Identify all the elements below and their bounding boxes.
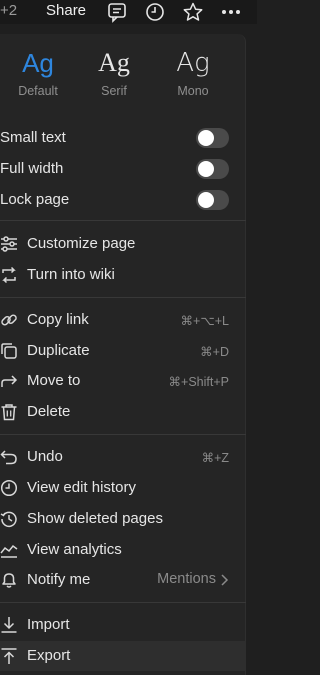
import-icon xyxy=(0,616,18,634)
keyboard-shortcut: ⌘+Z xyxy=(201,451,229,465)
comment-icon[interactable] xyxy=(106,1,128,23)
menu-item-label: Show deleted pages xyxy=(27,510,163,527)
full-width-row: Full width xyxy=(0,156,246,182)
menu-item-label: Undo xyxy=(27,448,63,465)
wiki-icon xyxy=(0,266,18,284)
menu-item-import[interactable]: Import xyxy=(0,610,246,640)
divider xyxy=(0,220,246,221)
menu-item-show-deleted-pages[interactable]: Show deleted pages xyxy=(0,504,246,534)
toggle-knob xyxy=(198,130,214,146)
menu-item-label: Notify me xyxy=(27,571,91,588)
menu-item-label: View analytics xyxy=(27,541,122,558)
full-width-label: Full width xyxy=(0,160,64,177)
lock-page-row: Lock page xyxy=(0,187,246,213)
share-button[interactable]: Share xyxy=(46,2,86,19)
lock-page-label: Lock page xyxy=(0,191,70,208)
menu-item-delete[interactable]: Delete xyxy=(0,397,246,427)
divider xyxy=(0,297,246,298)
menu-item-label: Import xyxy=(27,616,70,633)
font-option-mono[interactable]: Ag Mono xyxy=(158,48,228,98)
lock-page-toggle[interactable] xyxy=(196,190,229,210)
collaborators-count[interactable]: +2 xyxy=(0,2,17,19)
toggle-knob xyxy=(198,161,214,177)
menu-item-label: Delete xyxy=(27,403,71,420)
menu-item-label: Duplicate xyxy=(27,342,90,359)
full-width-toggle[interactable] xyxy=(196,159,229,179)
link-icon xyxy=(0,311,18,329)
more-icon[interactable] xyxy=(220,1,242,23)
menu-item-copy-link[interactable]: Copy link ⌘+⌥+L xyxy=(0,305,246,335)
export-icon xyxy=(0,647,18,665)
star-icon[interactable] xyxy=(182,1,204,23)
menu-item-duplicate[interactable]: Duplicate ⌘+D xyxy=(0,336,246,366)
font-option-serif[interactable]: Ag Serif xyxy=(79,48,149,98)
menu-item-label: Turn into wiki xyxy=(27,266,115,283)
notify-setting-value: Mentions xyxy=(157,571,216,587)
sliders-icon xyxy=(0,235,18,253)
deleted-pages-icon xyxy=(0,510,18,528)
small-text-label: Small text xyxy=(0,129,66,146)
divider xyxy=(0,434,246,435)
trash-icon xyxy=(0,403,18,421)
small-text-row: Small text xyxy=(0,125,246,151)
duplicate-icon xyxy=(0,342,18,360)
menu-item-label: View edit history xyxy=(27,479,136,496)
menu-item-customize-page[interactable]: Customize page xyxy=(0,229,246,259)
font-label: Mono xyxy=(177,84,209,98)
bell-icon xyxy=(0,571,18,589)
keyboard-shortcut: ⌘+⌥+L xyxy=(180,314,229,328)
font-selector: Ag Default Ag Serif Ag Mono xyxy=(0,34,246,104)
move-arrow-icon xyxy=(0,372,18,390)
menu-item-notify-me[interactable]: Notify me Mentions xyxy=(0,565,246,595)
menu-item-label: Copy link xyxy=(27,311,89,328)
page-options-menu: Ag Default Ag Serif Ag Mono Small text F… xyxy=(0,34,246,675)
divider xyxy=(0,602,246,603)
chevron-right-icon xyxy=(219,573,229,587)
menu-item-move-to[interactable]: Move to ⌘+Shift+P xyxy=(0,366,246,396)
menu-item-view-edit-history[interactable]: View edit history xyxy=(0,473,246,503)
clock-icon[interactable] xyxy=(144,1,166,23)
top-bar: +2 Share xyxy=(0,0,257,24)
font-label: Serif xyxy=(101,84,127,98)
small-text-toggle[interactable] xyxy=(196,128,229,148)
menu-item-export[interactable]: Export xyxy=(0,641,246,671)
font-sample: Ag xyxy=(22,48,54,78)
menu-item-label: Customize page xyxy=(27,235,136,252)
menu-item-view-analytics[interactable]: View analytics xyxy=(0,535,246,565)
toggle-knob xyxy=(198,192,214,208)
font-label: Default xyxy=(18,84,58,98)
menu-item-label: Move to xyxy=(27,372,81,389)
undo-icon xyxy=(0,448,18,466)
menu-item-turn-into-wiki[interactable]: Turn into wiki xyxy=(0,260,246,290)
history-icon xyxy=(0,479,18,497)
menu-item-label: Export xyxy=(27,647,71,664)
menu-item-undo[interactable]: Undo ⌘+Z xyxy=(0,442,246,472)
font-sample: Ag xyxy=(98,48,130,77)
keyboard-shortcut: ⌘+Shift+P xyxy=(168,375,229,389)
font-sample: Ag xyxy=(176,48,210,78)
keyboard-shortcut: ⌘+D xyxy=(200,345,229,359)
analytics-icon xyxy=(0,541,18,559)
font-option-default[interactable]: Ag Default xyxy=(3,48,73,98)
